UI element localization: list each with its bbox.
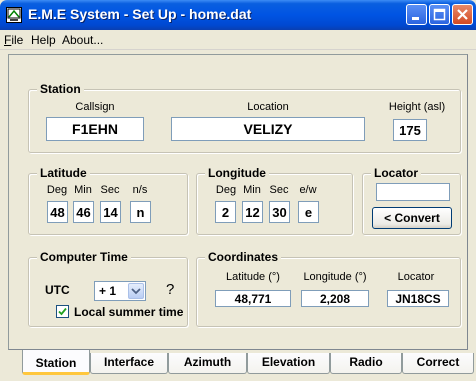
lon-deg-label: Deg [215, 184, 237, 196]
lon-min-label: Min [243, 184, 261, 196]
tab-radio[interactable]: Radio [330, 353, 402, 374]
tab-bar: Station Interface Azimuth Elevation Radi… [0, 350, 476, 381]
window-title: E.M.E System - Set Up - home.dat [28, 6, 252, 22]
lat-min-input[interactable] [73, 201, 94, 223]
height-input[interactable] [393, 119, 427, 141]
tab-azimuth[interactable]: Azimuth [168, 353, 247, 374]
lon-sec-input[interactable] [269, 201, 290, 223]
lat-ns-input[interactable] [130, 201, 151, 223]
lat-sec-label: Sec [100, 184, 120, 196]
lon-deg-input[interactable] [215, 201, 236, 223]
chevron-down-icon[interactable] [128, 283, 144, 299]
lat-deg-label: Deg [46, 184, 68, 196]
lon-sec-label: Sec [269, 184, 289, 196]
utc-offset-select[interactable]: + 1 [94, 281, 146, 301]
app-window: E.M.E System - Set Up - home.dat File He… [0, 0, 476, 381]
lon-ew-label: e/w [299, 184, 317, 196]
tab-interface[interactable]: Interface [90, 353, 168, 374]
height-label: Height (asl) [388, 101, 446, 113]
coord-loc-label: Locator [397, 271, 435, 283]
locator-legend: Locator [371, 166, 422, 180]
tab-panel-station: Station Callsign Location Height (asl) L… [8, 54, 468, 350]
title-bar[interactable]: E.M.E System - Set Up - home.dat [0, 0, 476, 30]
lat-ns-label: n/s [132, 184, 148, 196]
tab-elevation[interactable]: Elevation [247, 353, 330, 374]
utc-label: UTC [45, 283, 70, 297]
coord-lon-value [301, 290, 369, 307]
summer-time-checkbox[interactable] [56, 305, 69, 318]
coordinates-legend: Coordinates [205, 250, 282, 264]
computer-time-legend: Computer Time [37, 250, 131, 264]
location-label: Location [247, 101, 289, 113]
lat-deg-input[interactable] [47, 201, 68, 223]
menu-bar: File Help About... [0, 30, 476, 50]
callsign-input[interactable] [46, 117, 144, 141]
menu-about[interactable]: About... [62, 33, 103, 47]
locator-input[interactable] [376, 183, 450, 201]
close-button[interactable] [452, 4, 473, 25]
maximize-button[interactable] [429, 4, 450, 25]
minimize-button[interactable] [406, 4, 427, 25]
summer-time-label: Local summer time [74, 305, 184, 319]
help-question-mark[interactable]: ? [166, 281, 174, 298]
menu-file[interactable]: File [4, 33, 23, 47]
longitude-legend: Longitude [205, 166, 269, 180]
menu-help[interactable]: Help [31, 33, 56, 47]
utc-offset-value: + 1 [99, 284, 117, 298]
lat-min-label: Min [74, 184, 92, 196]
latitude-legend: Latitude [37, 166, 90, 180]
app-icon[interactable] [6, 7, 22, 23]
location-input[interactable] [171, 117, 365, 141]
tab-correct[interactable]: Correct [402, 353, 474, 374]
station-legend: Station [37, 82, 84, 96]
lat-sec-input[interactable] [100, 201, 121, 223]
convert-button[interactable]: < Convert [372, 207, 452, 229]
coord-lon-label: Longitude (°) [303, 271, 367, 283]
coord-lat-label: Latitude (°) [226, 271, 280, 283]
coord-lat-value [215, 290, 291, 307]
callsign-label: Callsign [75, 101, 115, 113]
tab-station[interactable]: Station [22, 350, 90, 375]
coord-loc-value [387, 290, 449, 307]
lon-min-input[interactable] [242, 201, 263, 223]
lon-ew-input[interactable] [298, 201, 319, 223]
